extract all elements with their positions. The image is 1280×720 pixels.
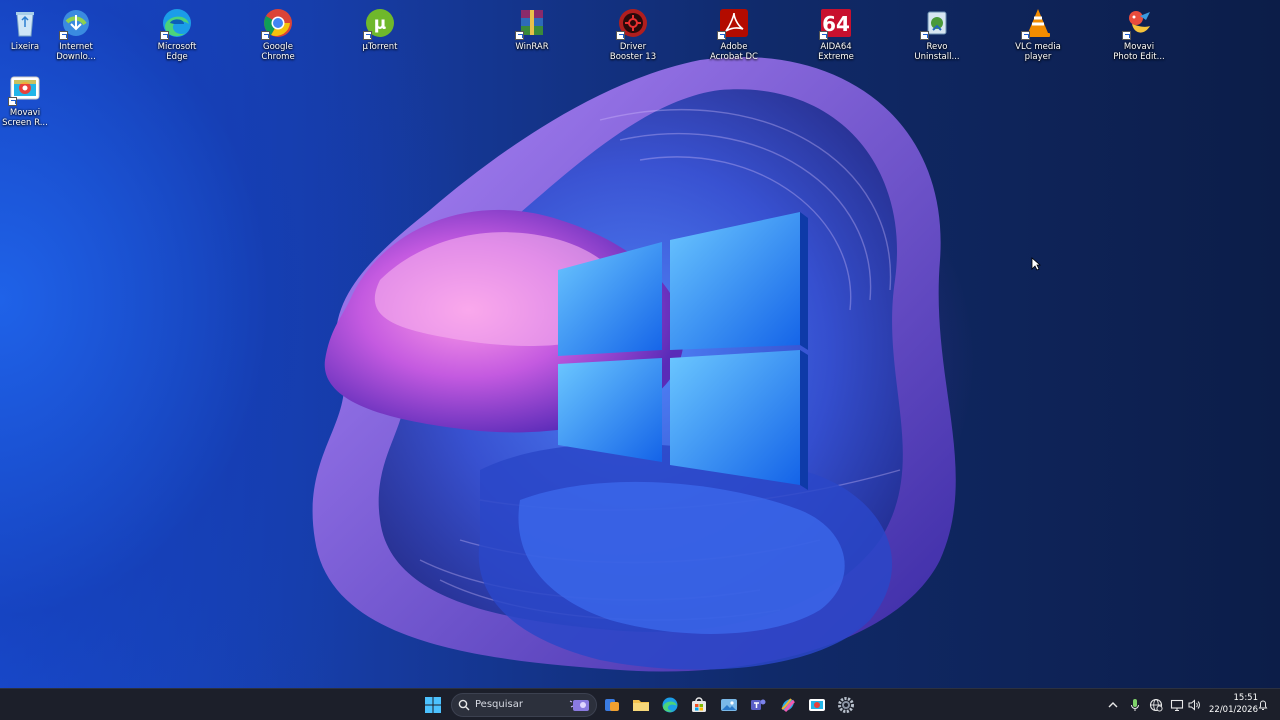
microphone-icon	[1131, 699, 1139, 711]
taskbar-copilot[interactable]	[776, 693, 800, 717]
shortcut-arrow-icon	[363, 31, 372, 40]
desktop-icon-internet-download[interactable]: Internet Downlo...	[41, 2, 111, 62]
shortcut-arrow-icon	[717, 31, 726, 40]
shortcut-arrow-icon	[8, 97, 17, 106]
taskbar: Pesquisar 15:51 22/01/2026	[0, 688, 1280, 720]
taskbar-search-box[interactable]: Pesquisar	[451, 693, 597, 717]
wallpaper-art	[312, 56, 956, 672]
shortcut-arrow-icon	[515, 31, 524, 40]
shortcut-arrow-icon	[59, 31, 68, 40]
vlc-icon	[1021, 6, 1055, 40]
aida64-icon: 64	[819, 6, 853, 40]
shortcut-arrow-icon	[1021, 31, 1030, 40]
desktop-icon-utorrent[interactable]: µ µTorrent	[345, 2, 415, 52]
desktop-icon-label: Internet Downlo...	[56, 42, 96, 62]
taskbar-file-explorer[interactable]	[629, 693, 653, 717]
desktop-icon-aida64[interactable]: 64 AIDA64 Extreme	[801, 2, 871, 62]
desktop-icon-chrome[interactable]: Google Chrome	[243, 2, 313, 62]
monitor-network-icon	[1170, 699, 1184, 712]
driver-booster-icon	[616, 6, 650, 40]
search-highlight-icon	[569, 700, 589, 711]
shortcut-arrow-icon	[261, 31, 270, 40]
desktop-icon-driver-booster[interactable]: Driver Booster 13	[598, 2, 668, 62]
edge-icon	[160, 6, 194, 40]
desktop-icon-label: Movavi Screen R...	[2, 108, 48, 128]
desktop-icon-label: Revo Uninstall...	[914, 42, 960, 62]
start-button[interactable]	[421, 693, 445, 717]
taskbar-store[interactable]	[687, 693, 711, 717]
desktop-icon-label: AIDA64 Extreme	[818, 42, 854, 62]
desktop-icon-label: µTorrent	[362, 42, 398, 52]
desktop-icon-label: Driver Booster 13	[609, 42, 657, 62]
taskbar-settings[interactable]	[834, 693, 858, 717]
shortcut-arrow-icon	[616, 31, 625, 40]
shortcut-arrow-icon	[819, 31, 828, 40]
desktop-icon-winrar[interactable]: WinRAR	[497, 2, 567, 52]
taskbar-clock[interactable]: 15:51 22/01/2026	[1200, 692, 1258, 716]
mouse-cursor-icon	[1031, 257, 1041, 271]
movavi-screen-icon	[8, 72, 42, 106]
taskbar-edge[interactable]	[658, 693, 682, 717]
desktop[interactable]: Lixeira Internet Downlo... Microsoft Edg…	[0, 0, 1280, 688]
desktop-icon-revo[interactable]: Revo Uninstall...	[902, 2, 972, 62]
movavi-icon	[809, 699, 825, 711]
shortcut-arrow-icon	[1122, 31, 1131, 40]
desktop-icon-label: WinRAR	[515, 42, 549, 52]
utorrent-icon: µ	[363, 6, 397, 40]
store-icon	[692, 697, 706, 712]
photos-icon	[721, 699, 737, 711]
idm-icon	[59, 6, 93, 40]
recycle-bin-icon	[8, 6, 42, 40]
start-icon	[425, 697, 441, 713]
desktop-icon-label: VLC media player	[1015, 42, 1061, 62]
taskbar-teams[interactable]	[746, 693, 770, 717]
search-placeholder: Pesquisar	[475, 699, 523, 710]
desktop-icon-vlc[interactable]: VLC media player	[1003, 2, 1073, 62]
teams-icon	[751, 699, 766, 710]
svg-text:µ: µ	[374, 14, 387, 34]
edge-icon	[662, 697, 678, 713]
desktop-icon-acrobat[interactable]: Adobe Acrobat DC	[699, 2, 769, 62]
search-icon	[458, 699, 470, 711]
tray-notifications[interactable]	[1255, 694, 1271, 716]
file-explorer-icon	[633, 700, 649, 711]
winrar-icon	[515, 6, 549, 40]
tray-network[interactable]	[1169, 694, 1185, 716]
desktop-icon-label: Adobe Acrobat DC	[710, 42, 758, 62]
desktop-icon-edge[interactable]: Microsoft Edge	[142, 2, 212, 62]
desktop-icon-label: Microsoft Edge	[157, 42, 197, 62]
copilot-icon	[781, 698, 795, 713]
taskbar-photos[interactable]	[717, 693, 741, 717]
tray-overflow-button[interactable]	[1106, 694, 1120, 716]
chevron-up-icon	[1108, 702, 1118, 708]
shortcut-arrow-icon	[920, 31, 929, 40]
desktop-icon-label: Google Chrome	[261, 42, 295, 62]
movavi-photo-icon	[1122, 6, 1156, 40]
desktop-icon-label: Movavi Photo Edit...	[1113, 42, 1165, 62]
revo-icon	[920, 6, 954, 40]
speaker-icon	[1188, 699, 1200, 711]
acrobat-icon	[717, 6, 751, 40]
clock-time: 15:51	[1233, 693, 1259, 703]
clock-date: 22/01/2026	[1209, 705, 1258, 715]
widgets-icon	[605, 699, 619, 711]
network-globe-icon	[1149, 698, 1163, 712]
notification-bell-icon	[1258, 700, 1268, 710]
desktop-icon-movavi-screen[interactable]: Movavi Screen R...	[0, 68, 60, 128]
shortcut-arrow-icon	[160, 31, 169, 40]
tray-microphone[interactable]	[1128, 694, 1142, 716]
settings-icon	[838, 697, 854, 713]
taskbar-movavi[interactable]	[805, 693, 829, 717]
chrome-icon	[261, 6, 295, 40]
tray-security[interactable]	[1148, 694, 1164, 716]
taskbar-widgets[interactable]	[600, 693, 624, 717]
desktop-icon-movavi-photo[interactable]: Movavi Photo Edit...	[1104, 2, 1174, 62]
